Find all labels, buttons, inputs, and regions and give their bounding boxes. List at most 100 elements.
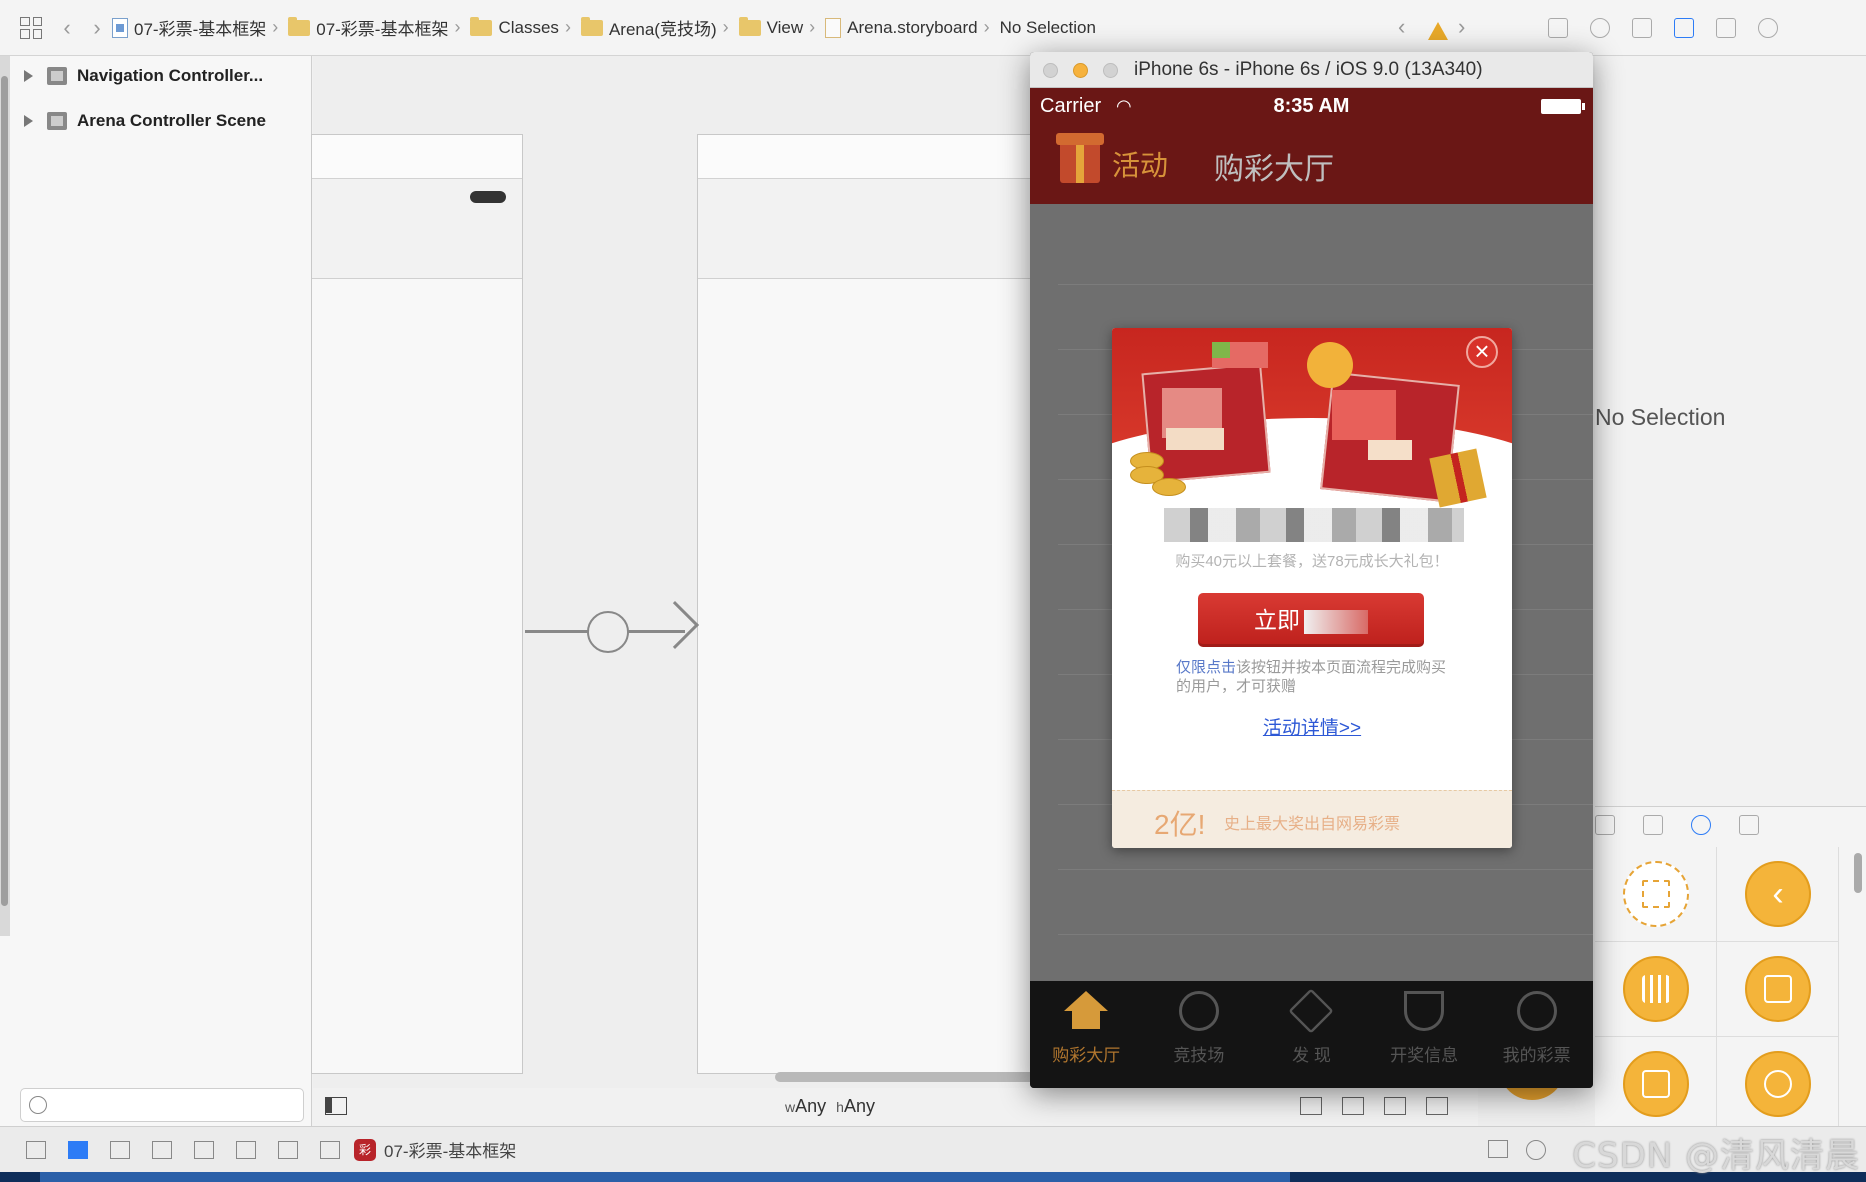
back-arrow-icon[interactable]: ‹ [52,15,82,41]
previous-issue-icon[interactable]: ‹ [1398,14,1405,40]
library-item-page-view-controller[interactable] [1595,1037,1717,1132]
outline-filter-field[interactable] [20,1088,304,1122]
connections-inspector-icon[interactable] [1758,18,1778,38]
folder-icon [288,16,311,36]
media-library-icon[interactable] [1739,815,1759,835]
library-item-glkit-controller[interactable] [1717,1037,1839,1132]
identity-inspector-icon[interactable] [1632,18,1652,38]
filter-circle-icon[interactable] [1526,1140,1546,1160]
folder-icon [738,16,761,36]
view-hierarchy-icon[interactable] [278,1140,298,1159]
attributes-inspector-icon[interactable] [1674,18,1694,38]
collection-grid-icon [1623,956,1689,1022]
promo-subtitle: 购买40元以上套餐，送78元成长大礼包！ [1175,553,1449,570]
library-item-tab-bar-controller[interactable] [1717,942,1839,1037]
breadcrumb-classes[interactable]: Classes › [470,16,574,38]
next-issue-icon[interactable]: › [1458,14,1465,40]
pixelated-region [1166,428,1224,450]
home-icon [1064,991,1109,1029]
diamond-icon [1288,988,1335,1034]
canvas-bottom-bar: wAny hAny [313,1088,1478,1126]
size-inspector-icon[interactable] [1716,18,1736,38]
promo-footer: 2亿! 史上最大奖出自网易彩票 [1112,790,1512,848]
location-icon[interactable] [320,1140,340,1159]
help-inspector-icon[interactable] [1590,18,1610,38]
arena-controller-scene[interactable] [697,134,1037,1074]
resolve-constraints-icon[interactable] [1426,1097,1448,1115]
page-controller-icon [1623,1051,1689,1117]
pixelated-region [1212,342,1230,358]
pin-icon[interactable] [1384,1097,1406,1115]
simulator-titlebar[interactable]: iPhone 6s - iPhone 6s / iOS 9.0 (13A340) [1030,52,1593,88]
breadcrumb-arena[interactable]: Arena(竞技场) › [580,15,733,40]
scheme-label[interactable]: 07-彩票-基本框架 [384,1137,516,1162]
breakpoints-toggle-icon[interactable] [68,1140,88,1159]
forward-arrow-icon[interactable]: › [82,15,112,41]
navigation-back-icon: ‹ [1745,861,1811,927]
zoom-window-icon[interactable] [1103,63,1118,78]
variables-view-icon[interactable] [1488,1140,1508,1158]
close-window-icon[interactable] [1043,63,1058,78]
scene-icon [47,112,67,130]
size-class-control[interactable]: wAny hAny [785,1096,875,1117]
breadcrumb-selection[interactable]: No Selection [1000,18,1096,38]
breadcrumb-storyboard[interactable]: Arena.storyboard › [825,17,993,38]
step-into-icon[interactable] [194,1140,214,1159]
stack-icon[interactable] [1300,1097,1322,1115]
document-outline: Navigation Controller... Arena Controlle… [0,56,312,1126]
tab-my-lottery[interactable]: 我的彩票 [1480,981,1593,1088]
library-scrollbar[interactable] [1854,853,1862,893]
breadcrumb-project[interactable]: 07-彩票-基本框架 › [112,15,282,40]
navigation-controller-scene[interactable] [311,134,523,1074]
align-icon[interactable] [1342,1097,1364,1115]
disclosure-triangle-icon[interactable] [24,115,33,127]
library-item-navigation-controller[interactable]: ‹ [1717,847,1839,942]
gift-icon[interactable] [1056,133,1104,183]
navigator-scrollbar[interactable] [0,56,10,936]
tab-lottery-hall[interactable]: 购彩大厅 [1030,981,1143,1088]
minimize-window-icon[interactable] [1073,63,1088,78]
tab-bar-controller-icon [1745,956,1811,1022]
breadcrumb-group[interactable]: 07-彩票-基本框架 › [288,15,464,40]
activity-details-link[interactable]: 活动详情>> [1112,713,1512,740]
navigation-bar[interactable] [698,179,1036,279]
tab-arena[interactable]: 竞技场 [1143,981,1256,1088]
disclosure-triangle-icon[interactable] [24,70,33,82]
segue-relationship-icon[interactable] [587,611,629,653]
xcode-window: ‹ › 07-彩票-基本框架 › 07-彩票-基本框架 › Classes › Are… [0,0,1866,1182]
object-library-icon[interactable] [1691,815,1711,835]
inspector-panel: No Selection [1595,56,1866,806]
file-inspector-icon[interactable] [1548,18,1568,38]
gift-box-icon [1429,448,1487,508]
library-item-collection-view[interactable] [1595,942,1717,1037]
device-screen[interactable]: Carrier ◠ 8:35 AM 活动 购彩大厅 × 购买40元以上套餐，送7… [1030,88,1593,1088]
tab-draw-results[interactable]: 开奖信息 [1368,981,1481,1088]
filter-icon [29,1096,47,1114]
close-popup-button[interactable]: × [1466,336,1498,368]
scene-icon [47,67,67,85]
breadcrumb-view[interactable]: View › [738,16,820,38]
step-over-icon[interactable] [152,1140,172,1159]
canvas-horizontal-scrollbar[interactable] [775,1072,1035,1082]
code-snippet-library-icon[interactable] [1643,815,1663,835]
simulator-window[interactable]: iPhone 6s - iPhone 6s / iOS 9.0 (13A340)… [1030,52,1593,1088]
taskbar-highlight [40,1172,1290,1182]
file-template-library-icon[interactable] [1595,815,1615,835]
no-selection-label: No Selection [1595,404,1726,430]
library-item-view[interactable] [1595,847,1717,942]
jump-bar: ‹ › 07-彩票-基本框架 › 07-彩票-基本框架 › Classes › Are… [0,0,1866,56]
outline-item-arena-scene[interactable]: Arena Controller Scene [24,111,266,131]
step-out-icon[interactable] [236,1140,256,1159]
warning-icon[interactable] [1428,22,1448,40]
related-items-icon[interactable] [20,16,42,39]
claim-now-button[interactable]: 立即 [1198,593,1424,647]
hide-debug-area-icon[interactable] [26,1140,46,1159]
scroll-thumb[interactable] [1,76,8,906]
pixelated-region [1368,440,1412,460]
outline-item-navigation-controller[interactable]: Navigation Controller... [24,66,263,86]
tab-discover[interactable]: 发 现 [1255,981,1368,1088]
pixelated-headline [1164,508,1464,542]
pause-icon[interactable] [110,1140,130,1159]
activity-button[interactable]: 活动 [1112,144,1168,184]
toggle-outline-icon[interactable] [325,1097,347,1115]
